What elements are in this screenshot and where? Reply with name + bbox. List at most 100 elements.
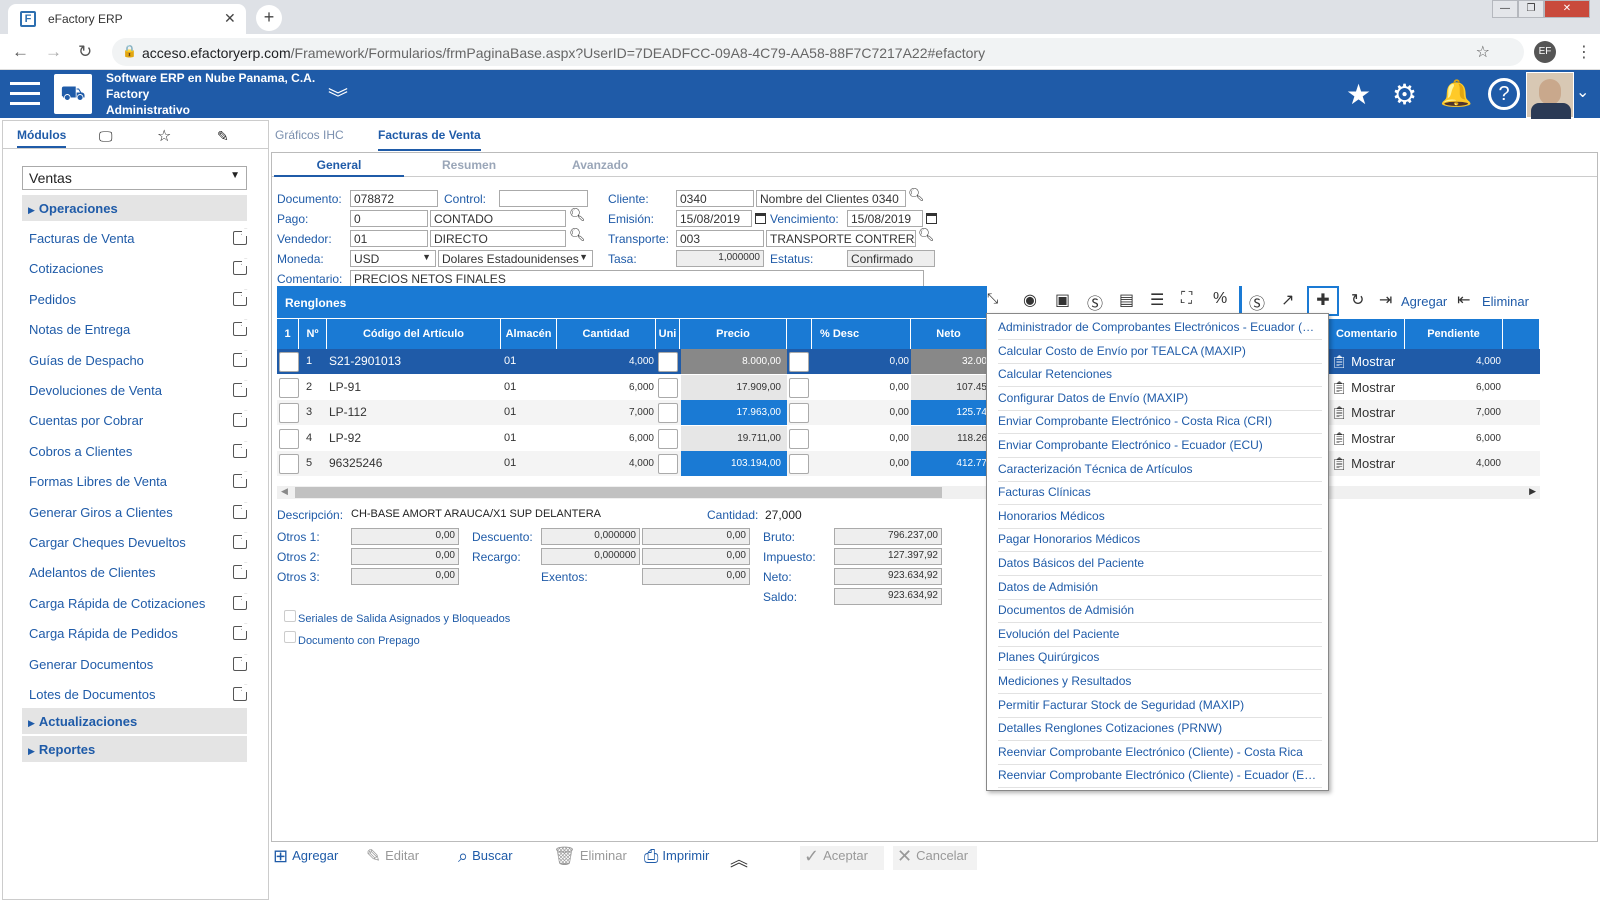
external-link-icon[interactable]: ↗ <box>233 258 249 276</box>
close-tab-icon[interactable]: ✕ <box>224 10 236 27</box>
search-pago-icon[interactable]: 🔍︎ <box>569 207 586 223</box>
subtab-avanzado[interactable]: Avanzado <box>572 158 628 172</box>
external-link-icon[interactable]: ↗ <box>233 623 249 641</box>
row-comentario-button[interactable]: 📋︎ Mostrar <box>1331 400 1403 425</box>
grid-delete-label[interactable]: Eliminar <box>1482 294 1529 309</box>
favorites-star-icon[interactable]: ★ <box>1346 78 1371 111</box>
descuento-field[interactable]: 0,00 <box>642 528 750 545</box>
table-row[interactable]: 3 LP-112 01 7,000 17.963,00 0,00 125.74 <box>277 400 987 425</box>
row-price-selector[interactable] <box>789 454 809 474</box>
tab-facturas-de-venta[interactable]: Facturas de Venta <box>378 128 481 151</box>
row-unit-selector[interactable] <box>658 377 678 398</box>
user-avatar[interactable] <box>1526 72 1574 119</box>
row-unit-selector[interactable] <box>658 403 678 423</box>
notes-icon[interactable]: ✎ <box>217 128 229 145</box>
col-header-almacen[interactable]: Almacén <box>501 319 557 349</box>
footer-aceptar-button[interactable]: ✓ Aceptar <box>800 846 884 870</box>
row-price-selector[interactable] <box>789 428 809 449</box>
row-comentario-button[interactable]: 📋︎ Mostrar <box>1331 451 1403 476</box>
row-comentario-button[interactable]: 📋︎ Mostrar <box>1331 349 1403 374</box>
descuento-pct-field[interactable]: 0,000000 <box>541 528 640 545</box>
dropdown-menu-item[interactable]: Detalles Renglones Cotizaciones (PRNW) <box>998 718 1322 742</box>
forward-icon[interactable]: → <box>45 42 62 62</box>
close-window-button[interactable]: ✕ <box>1544 0 1590 18</box>
external-link-icon[interactable]: ↗ <box>233 319 249 337</box>
row-unit-selector[interactable] <box>658 352 678 372</box>
sidebar-item[interactable]: Formas Libres de Venta ↗ <box>29 471 249 496</box>
dropdown-menu-item[interactable]: Pagar Honorarios Médicos <box>998 529 1322 553</box>
row-select-checkbox[interactable] <box>279 403 299 423</box>
sidebar-item[interactable]: Guías de Despacho ↗ <box>29 349 249 375</box>
row-codigo[interactable]: LP-91 <box>329 375 499 400</box>
grid-add-label[interactable]: Agregar <box>1401 294 1447 309</box>
col-header-precio[interactable]: Precio <box>680 319 787 349</box>
url-bar[interactable]: 🔒 acceso.efactoryerp.com/Framework/Formu… <box>112 38 1524 66</box>
delete-row-icon[interactable]: ⇤ <box>1457 290 1470 310</box>
user-circle-icon[interactable]: ◉ <box>1023 290 1037 310</box>
sidebar-item[interactable]: Carga Rápida de Cotizaciones ↗ <box>29 592 249 618</box>
dropdown-menu-item[interactable]: Datos Básicos del Paciente <box>998 553 1322 576</box>
search-vendedor-icon[interactable]: 🔍︎ <box>569 227 586 243</box>
monitor-icon[interactable]: 🖵 <box>99 128 113 145</box>
row-select-checkbox[interactable] <box>279 377 299 398</box>
scroll-right-icon[interactable]: ▶ <box>1529 486 1536 497</box>
dropdown-menu-item[interactable]: Facturas Clínicas <box>998 482 1322 506</box>
prepago-checkbox[interactable] <box>284 631 296 643</box>
section-reportes[interactable]: ▶ Reportes <box>22 736 247 763</box>
chevron-down-double-icon[interactable]: ︾ <box>328 82 348 111</box>
sidebar-item[interactable]: Notas de Entrega ↗ <box>29 319 249 344</box>
row-price-selector[interactable] <box>789 377 809 398</box>
row-precio[interactable]: 8.000,00 <box>681 349 787 374</box>
otros1-field[interactable]: 0,00 <box>351 528 459 545</box>
subtab-resumen[interactable]: Resumen <box>442 158 496 172</box>
row-cantidad[interactable]: 6,000 <box>557 426 654 451</box>
dropdown-menu-item[interactable]: Calcular Retenciones <box>998 364 1322 388</box>
hamburger-menu-icon[interactable] <box>10 82 40 106</box>
row-desc[interactable]: 0,00 <box>812 426 909 451</box>
section-operaciones[interactable]: ▶ Operaciones <box>22 195 247 222</box>
moneda-code-select[interactable]: USD ▼ <box>350 250 436 267</box>
extensions-icon[interactable]: ✚ <box>1307 286 1339 316</box>
row-precio[interactable]: 19.711,00 <box>681 425 787 451</box>
table-row-right[interactable]: 📋︎ Mostrar 6,000 <box>1329 374 1540 400</box>
external-link-icon[interactable]: ↗ <box>233 532 249 549</box>
external-link-icon[interactable]: ↗ <box>233 653 249 671</box>
external-link-icon[interactable]: ↗ <box>233 228 249 245</box>
external-link-icon[interactable]: ↗ <box>233 562 249 580</box>
percent-icon[interactable]: % <box>1213 290 1227 308</box>
recargo-pct-field[interactable]: 0,000000 <box>541 548 640 565</box>
dropdown-menu-item[interactable]: Mediciones y Resultados <box>998 671 1322 694</box>
row-unit-selector[interactable] <box>658 454 678 474</box>
dollar-icon[interactable]: Ⓢ <box>1249 290 1265 314</box>
footer-agregar-button[interactable]: ⊞ Agregar <box>273 846 338 870</box>
minimize-window-button[interactable]: — <box>1492 0 1518 18</box>
col-header-comentario[interactable]: Comentario <box>1329 319 1405 349</box>
documento-field[interactable]: 078872 <box>350 190 438 207</box>
bookmark-star-icon[interactable]: ☆ <box>1476 42 1490 62</box>
dropdown-menu-item[interactable]: Honorarios Médicos <box>998 506 1322 529</box>
tab-modules[interactable]: Módulos <box>17 128 67 148</box>
row-cantidad[interactable]: 4,000 <box>557 451 654 476</box>
image-icon[interactable]: ▣ <box>1055 290 1070 310</box>
external-link-icon[interactable]: ↗ <box>233 410 249 428</box>
print-options-chevron-up-icon[interactable]: ︽ <box>730 846 752 870</box>
browser-menu-icon[interactable]: ⋮ <box>1576 42 1592 62</box>
vendedor-code-field[interactable]: 01 <box>350 230 428 247</box>
add-row-icon[interactable]: ⇥ <box>1379 290 1392 310</box>
dropdown-menu-item[interactable]: Datos de Admisión <box>998 577 1322 600</box>
col-header-cantidad[interactable]: Cantidad <box>557 319 656 349</box>
sidebar-item[interactable]: Facturas de Venta ↗ <box>29 228 249 253</box>
col-header-neto[interactable]: Neto <box>911 319 987 349</box>
table-row[interactable]: 2 LP-91 01 6,000 17.909,00 0,00 107.45 <box>277 374 987 400</box>
sidebar-item[interactable]: Generar Documentos ↗ <box>29 653 249 679</box>
calendar-emision-icon[interactable] <box>755 213 766 224</box>
vencimiento-field[interactable]: 15/08/2019 <box>847 210 923 227</box>
reload-icon[interactable]: ↻ <box>78 42 92 62</box>
dropdown-menu-item[interactable]: Caracterización Técnica de Artículos <box>998 459 1322 482</box>
table-row-right[interactable]: 📋︎ Mostrar 4,000 <box>1329 451 1540 476</box>
clipboard-dollar-icon[interactable]: ▤ <box>1119 290 1134 310</box>
row-desc[interactable]: 0,00 <box>812 375 909 400</box>
external-link-icon[interactable]: ↗ <box>233 592 249 610</box>
row-almacen[interactable]: 01 <box>504 349 554 374</box>
dropdown-menu-item[interactable]: Administrador de Comprobantes Electrónic… <box>998 317 1322 340</box>
